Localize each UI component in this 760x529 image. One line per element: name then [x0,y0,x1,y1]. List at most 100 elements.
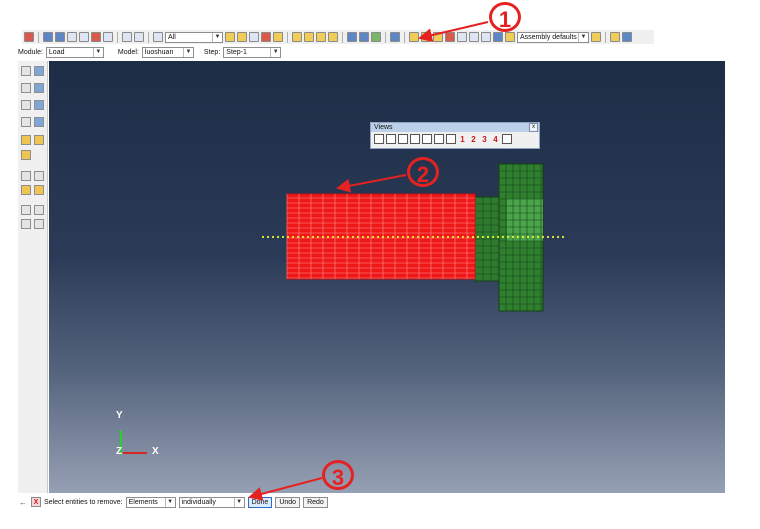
magnify-icon[interactable] [67,32,77,42]
bc-manager-icon[interactable] [34,83,44,93]
display-group-icon[interactable] [409,32,419,42]
replace-all-icon[interactable] [433,32,443,42]
chevron-down-icon: ▼ [92,47,103,57]
triad-x-label: X [152,446,159,457]
cascade-viewports-icon[interactable] [622,32,632,42]
info-icon[interactable] [390,32,400,42]
toolbar-separator [148,31,149,43]
datum-plane-icon[interactable] [21,219,31,229]
redo-view-icon[interactable] [469,32,479,42]
views-title: Views [374,124,393,131]
view-iso-icon[interactable] [347,32,357,42]
callout-3-marker: 3 [322,460,354,490]
predefined-field-manager-icon[interactable] [34,100,44,110]
datum-icon[interactable] [34,171,44,181]
user-view-3-button[interactable]: 3 [480,135,489,144]
zoom-box-icon[interactable] [79,32,89,42]
chevron-down-icon: ▼ [164,497,175,507]
rotate-icon[interactable] [55,32,65,42]
cycle-view-icon[interactable] [103,32,113,42]
view-right-icon[interactable] [371,32,381,42]
view-front-icon[interactable] [359,32,369,42]
render-hidden-icon[interactable] [304,32,314,42]
create-bc-icon[interactable] [21,83,31,93]
parallel-icon[interactable] [134,32,144,42]
step-select[interactable]: Step-1 ▼ [223,46,282,58]
tile-viewports-icon[interactable] [610,32,620,42]
selection-options-icon[interactable] [237,32,247,42]
view-back-icon[interactable] [386,134,396,144]
create-predefined-field-icon[interactable] [21,100,31,110]
amplitude-icon[interactable] [21,150,31,160]
views-close-button[interactable]: x [529,123,538,132]
entity-type-select[interactable]: Elements ▼ [125,496,176,508]
chevron-down-icon: ▼ [212,32,222,42]
entity-type-value: Elements [128,498,158,506]
select-in-display-icon[interactable] [225,32,235,42]
datum-axis-icon[interactable] [34,205,44,215]
create-load-case-icon[interactable] [21,117,31,127]
view-right-icon[interactable] [434,134,444,144]
create-load-icon[interactable] [21,66,31,76]
view-axes-icon[interactable] [502,134,512,144]
view-top-icon[interactable] [398,134,408,144]
user-view-4-button[interactable]: 4 [491,135,500,144]
selection-filter-select[interactable]: All ▼ [165,31,223,43]
assembly-display-icon[interactable] [505,32,515,42]
bolt-head-mesh[interactable] [498,163,544,312]
view-left-icon[interactable] [422,134,432,144]
view-front-icon[interactable] [374,134,384,144]
field-manager-icon[interactable] [34,135,44,145]
color-code-icon[interactable] [591,32,601,42]
datum-csys-icon[interactable] [34,219,44,229]
view-iso-icon[interactable] [446,134,456,144]
render-shaded-icon[interactable] [316,32,326,42]
create-field-icon[interactable] [21,135,31,145]
fit-view-icon[interactable] [91,32,101,42]
user-view-2-button[interactable]: 2 [469,135,478,144]
model-select[interactable]: luoshuan ▼ [141,46,194,58]
query-icon[interactable] [24,32,34,42]
load-manager-icon[interactable] [34,66,44,76]
assembly-display-select[interactable]: Assembly defaults ▼ [517,31,589,43]
toolbar-separator [605,31,606,43]
create-surface-icon[interactable] [34,185,44,195]
datum-point-icon[interactable] [21,205,31,215]
selection-method-value: individually [181,498,216,506]
module-select[interactable]: Load ▼ [45,46,104,58]
perspective-icon[interactable] [122,32,132,42]
pan-icon[interactable] [43,32,53,42]
display-group-manager-icon[interactable] [481,32,491,42]
remove-selected-icon[interactable] [421,32,431,42]
viewport-icon[interactable] [493,32,503,42]
toolbar-separator [404,31,405,43]
load-case-manager-icon[interactable] [34,117,44,127]
bolt-neck-mesh[interactable] [474,196,500,282]
selected-elements-shank[interactable] [286,193,476,280]
box-select-icon[interactable] [249,32,259,42]
back-arrow-button[interactable]: ← [18,497,28,507]
redo-button[interactable]: Redo [303,496,328,508]
display-options-icon[interactable] [445,32,455,42]
render-wireframe-icon[interactable] [292,32,302,42]
create-set-icon[interactable] [21,185,31,195]
selection-arrow-icon[interactable] [153,32,163,42]
undo-view-icon[interactable] [457,32,467,42]
selection-filter-value: All [168,33,176,41]
done-button[interactable]: Done [247,496,273,508]
chevron-down-icon: ▼ [578,32,588,42]
render-edges-icon[interactable] [328,32,338,42]
page-margin [725,61,760,493]
partition-icon[interactable] [21,171,31,181]
views-titlebar[interactable]: Views x [371,123,539,132]
selection-method-select[interactable]: individually ▼ [178,496,245,508]
undo-button[interactable]: Undo [275,496,301,508]
drag-shape-icon[interactable] [261,32,271,42]
step-value: Step-1 [226,48,247,56]
cancel-button[interactable]: X [31,497,41,507]
replace-icon[interactable] [273,32,283,42]
chevron-down-icon: ▼ [270,47,280,57]
user-view-1-button[interactable]: 1 [458,135,467,144]
chevron-down-icon: ▼ [233,497,244,507]
view-bottom-icon[interactable] [410,134,420,144]
